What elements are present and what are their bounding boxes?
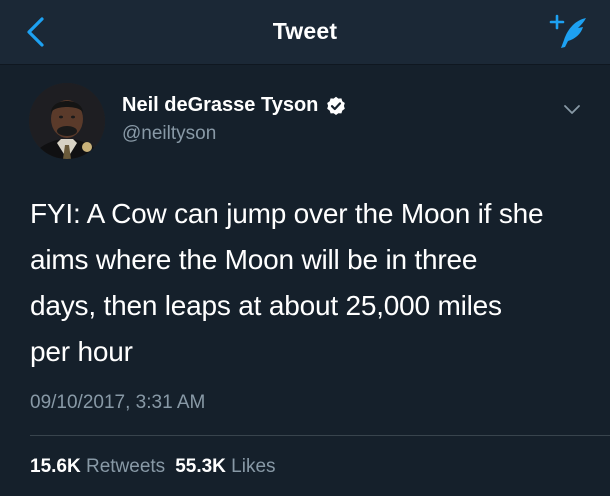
- compose-tweet-icon: [549, 14, 586, 48]
- page-title: Tweet: [272, 18, 338, 44]
- tweet-options-button[interactable]: [562, 103, 582, 117]
- tweet-detail-screen: Tweet Neil deGrasse Tyson @neiltyson FYI…: [0, 0, 610, 496]
- retweets-label: Retweets: [85, 456, 166, 477]
- author-name[interactable]: Neil deGrasse Tyson: [122, 94, 318, 117]
- tweet-timestamp: 09/10/2017, 3:31 AM: [30, 392, 206, 413]
- retweets-count: 15.6K: [30, 456, 81, 477]
- likes-stat[interactable]: 55.3K Likes: [175, 456, 275, 477]
- author-name-row: Neil deGrasse Tyson: [122, 94, 346, 117]
- author-handle[interactable]: @neiltyson: [122, 123, 216, 145]
- likes-label: Likes: [231, 456, 276, 477]
- retweets-stat[interactable]: 15.6K Retweets: [30, 456, 165, 477]
- chevron-down-icon: [564, 105, 580, 114]
- tweet-text: FYI: A Cow can jump over the Moon if she…: [30, 198, 544, 367]
- avatar[interactable]: [29, 83, 105, 159]
- tweet-card: Neil deGrasse Tyson @neiltyson FYI: A Co…: [0, 65, 610, 496]
- top-nav-bar: Tweet: [0, 0, 610, 65]
- likes-count: 55.3K: [175, 456, 226, 477]
- divider: [30, 435, 610, 436]
- tweet-stats: 15.6K Retweets 55.3K Likes: [30, 456, 276, 478]
- profile-photo: [29, 83, 105, 159]
- compose-tweet-button[interactable]: [548, 14, 588, 50]
- verified-badge-icon: [327, 96, 346, 115]
